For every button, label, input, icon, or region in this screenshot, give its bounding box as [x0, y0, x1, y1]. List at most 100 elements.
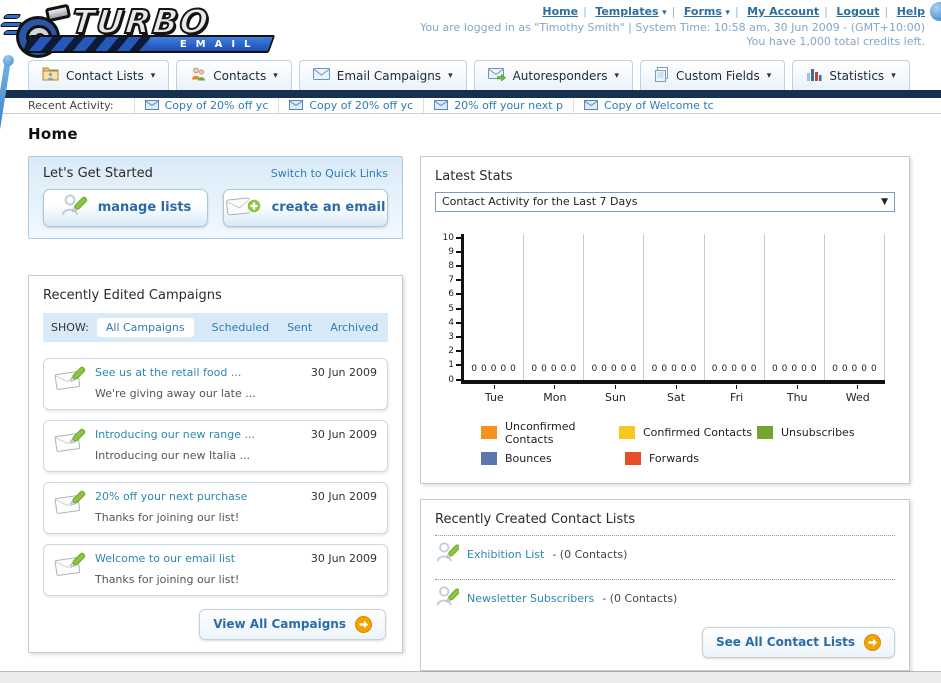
nav-link-forms[interactable]: Forms — [684, 5, 722, 18]
tab-label: Autoresponders — [512, 68, 608, 83]
tab-email-campaigns[interactable]: Email Campaigns ▾ — [298, 60, 467, 90]
manage-lists-label: manage lists — [97, 200, 192, 216]
chevron-down-icon: ▾ — [662, 8, 667, 18]
contact-list-link[interactable]: Exhibition List — [467, 548, 544, 561]
tab-custom-fields[interactable]: Custom Fields ▾ — [640, 60, 786, 90]
logo-subtitle: EMAIL — [180, 38, 260, 50]
legend-item: Confirmed Contacts — [619, 420, 757, 446]
tab-label: Custom Fields — [676, 68, 760, 83]
latest-stats-panel: Latest Stats Contact Activity for the La… — [420, 155, 910, 484]
campaign-title-link[interactable]: 20% off your next purchase — [95, 490, 302, 503]
header: TURBO EMAIL Home | Templates ▾ | Forms ▾ | … — [0, 0, 941, 60]
go-arrow-icon — [355, 615, 372, 633]
manage-lists-button[interactable]: manage lists — [43, 188, 208, 227]
campaign-row[interactable]: Welcome to our email list Thanks for join… — [43, 543, 388, 596]
switch-quick-links-link[interactable]: Switch to Quick Links — [271, 167, 388, 180]
campaign-subtitle: Introducing our new Italia ... — [95, 448, 251, 462]
envelope-pencil-icon — [54, 552, 86, 582]
campaign-subtitle: We're giving away our late ... — [95, 386, 256, 400]
campaign-subtitle: Thanks for joining our list! — [95, 510, 240, 524]
campaign-row[interactable]: See us at the retail food ... We're givin… — [43, 357, 388, 410]
header-nav: Home | Templates ▾ | Forms ▾ | My Account | … — [542, 5, 925, 18]
envelope-icon — [584, 100, 599, 111]
create-email-label: create an email — [271, 200, 386, 216]
tab-label: Email Campaigns — [336, 68, 442, 83]
person-pencil-icon — [435, 585, 461, 612]
envelope-pencil-icon — [54, 490, 86, 520]
latest-stats-title: Latest Stats — [435, 168, 513, 184]
legend-item: Bounces — [481, 451, 625, 465]
legend-swatch — [481, 426, 497, 440]
filter-all-campaigns[interactable]: All Campaigns — [96, 317, 194, 337]
legend-swatch — [757, 426, 773, 440]
turbo-email-logo[interactable]: TURBO EMAIL — [0, 1, 278, 60]
tab-statistics[interactable]: Statistics ▾ — [792, 60, 910, 90]
nav-link-templates[interactable]: Templates — [595, 5, 658, 18]
recent-activity-item[interactable]: 20% off your next p — [423, 97, 573, 113]
tab-contacts[interactable]: Contacts ▾ — [176, 60, 292, 90]
nav-link-logout[interactable]: Logout — [836, 5, 879, 18]
contact-list-row[interactable]: Exhibition List - (0 Contacts) — [435, 534, 895, 573]
envelope-pencil-icon — [54, 428, 86, 458]
see-all-contact-lists-button[interactable]: See All Contact Lists — [701, 626, 895, 658]
legend-swatch — [625, 451, 641, 465]
chevron-down-icon: ▼ — [881, 196, 888, 207]
filter-scheduled[interactable]: Scheduled — [212, 321, 270, 334]
chart-legend: Unconfirmed Contacts Confirmed Contacts … — [481, 420, 895, 465]
recent-campaigns-title: Recently Edited Campaigns — [43, 287, 222, 303]
campaign-row[interactable]: Introducing our new range ... Introducing… — [43, 419, 388, 472]
autoresponder-envelope-icon — [487, 67, 506, 84]
credits-info: You have 1,000 total credits left. — [746, 35, 925, 48]
chevron-down-icon: ▾ — [448, 70, 453, 81]
envelope-plus-icon — [225, 195, 262, 221]
navy-divider-bar — [0, 90, 941, 98]
contact-activity-chart: 10 9 8 7 6 5 4 3 2 1 0 000000000000000000000000000… — [439, 233, 895, 384]
tab-autoresponders[interactable]: Autoresponders ▾ — [473, 60, 634, 90]
legend-item: Unsubscribes — [757, 420, 895, 446]
campaign-row[interactable]: 20% off your next purchase Thanks for joi… — [43, 481, 388, 534]
contact-list-count: - (0 Contacts) — [602, 591, 678, 605]
filter-archived[interactable]: Archived — [330, 321, 378, 334]
nav-link-help[interactable]: Help — [897, 5, 925, 18]
campaign-title-link[interactable]: Welcome to our email list — [95, 552, 302, 565]
logo-title: TURBO — [69, 1, 213, 42]
logo-banner: EMAIL — [22, 35, 276, 54]
chevron-down-icon: ▾ — [766, 70, 772, 81]
recent-activity-label: Recent Activity: — [28, 98, 114, 112]
legend-swatch — [481, 451, 497, 465]
contact-lists-folder-icon — [42, 67, 59, 84]
filter-sent[interactable]: Sent — [287, 321, 312, 334]
legend-swatch — [619, 426, 635, 440]
envelope-pencil-icon — [54, 366, 86, 396]
view-all-campaigns-button[interactable]: View All Campaigns — [199, 608, 386, 640]
envelope-icon — [289, 100, 304, 111]
show-label: SHOW: — [51, 320, 89, 334]
nav-link-home[interactable]: Home — [542, 5, 578, 18]
main-nav-tabbar: Contact Lists ▾ Contacts ▾ Email Campaigns… — [0, 60, 941, 90]
contact-list-link[interactable]: Newsletter Subscribers — [467, 592, 594, 605]
contact-lists-title: Recently Created Contact Lists — [435, 511, 636, 527]
tab-label: Contacts — [213, 68, 267, 83]
help-ball-icon[interactable] — [930, 2, 941, 21]
tab-contact-lists[interactable]: Contact Lists ▾ — [28, 60, 170, 90]
recent-activity-item[interactable]: Copy of 20% off yc — [133, 97, 279, 113]
recent-activity-item[interactable]: Copy of 20% off yc — [278, 97, 423, 113]
chevron-down-icon: ▾ — [150, 70, 156, 81]
create-email-button[interactable]: create an email — [223, 188, 388, 227]
stats-period-dropdown[interactable]: Contact Activity for the Last 7 Days ▼ — [435, 191, 895, 212]
recent-activity-bar: Recent Activity: Copy of 20% off yc Copy… — [0, 97, 941, 114]
chevron-down-icon: ▾ — [891, 70, 896, 81]
campaign-filter-bar: SHOW: All Campaigns Scheduled Sent Archi… — [43, 312, 388, 342]
contact-list-count: - (0 Contacts) — [552, 547, 628, 561]
chevron-down-icon: ▾ — [725, 8, 730, 18]
recent-activity-item[interactable]: Copy of Welcome tc — [573, 97, 724, 113]
campaign-title-link[interactable]: Introducing our new range ... — [95, 428, 302, 441]
nav-link-my-account[interactable]: My Account — [747, 5, 819, 18]
app-window: TURBO EMAIL Home | Templates ▾ | Forms ▾ | … — [0, 0, 941, 683]
campaign-subtitle: Thanks for joining our list! — [95, 572, 240, 586]
contact-list-row[interactable]: Newsletter Subscribers - (0 Contacts) — [435, 578, 895, 617]
campaign-date: 30 Jun 2009 — [310, 365, 377, 379]
envelope-icon — [144, 100, 159, 111]
campaign-title-link[interactable]: See us at the retail food ... — [95, 366, 302, 379]
chart-y-axis: 10 9 8 7 6 5 4 3 2 1 0 — [439, 233, 461, 384]
